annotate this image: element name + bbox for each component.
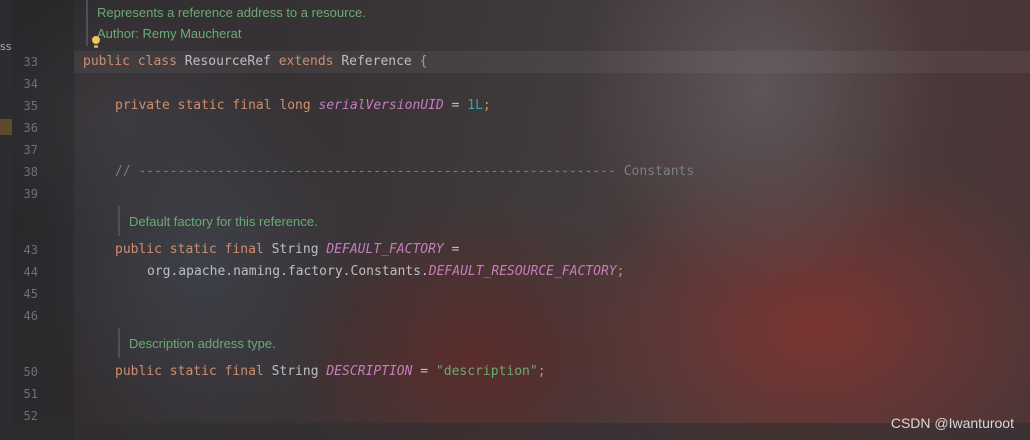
line-number: 33 [23, 55, 38, 69]
line-number: 34 [23, 77, 38, 91]
project-tool-strip[interactable]: ss [0, 0, 12, 440]
class-name[interactable]: ResourceRef [185, 54, 271, 69]
line-number: 52 [23, 409, 38, 423]
project-panel-label: ss [0, 40, 12, 53]
description-field[interactable]: public static final String DESCRIPTION =… [115, 363, 546, 381]
line-number: 50 [23, 365, 38, 379]
doc-comment-description: Description address type. [129, 336, 276, 351]
horizontal-scrollbar[interactable] [0, 423, 1030, 440]
constants-section-comment: // -------------------------------------… [115, 164, 695, 179]
line-number: 35 [23, 99, 38, 113]
line-number: 51 [23, 387, 38, 401]
serial-version-field[interactable]: private static final long serialVersionU… [115, 97, 491, 115]
line-number: 37 [23, 143, 38, 157]
doc-comment-author: Author: Remy Maucherat [97, 26, 242, 41]
class-declaration[interactable]: public class ResourceRef extends Referen… [83, 53, 427, 71]
line-number: 43 [23, 243, 38, 257]
line-number: 39 [23, 187, 38, 201]
doc-comment-default-factory: Default factory for this reference. [129, 214, 318, 229]
default-factory-value[interactable]: org.apache.naming.factory.Constants.DEFA… [147, 263, 624, 281]
doc-comment-bar [86, 0, 88, 46]
selection-marker [0, 119, 12, 135]
line-number: 46 [23, 309, 38, 323]
line-number: 44 [23, 265, 38, 279]
line-number: 38 [23, 165, 38, 179]
watermark: CSDN @Iwanturoot [890, 415, 1014, 431]
default-factory-field[interactable]: public static final String DEFAULT_FACTO… [115, 241, 459, 259]
line-number: 36 [23, 121, 38, 135]
doc-comment-bar [118, 206, 120, 236]
doc-comment-bar [118, 328, 120, 358]
lightbulb-icon[interactable] [91, 36, 101, 50]
line-number: 45 [23, 287, 38, 301]
doc-comment-line: Represents a reference address to a reso… [97, 5, 366, 20]
